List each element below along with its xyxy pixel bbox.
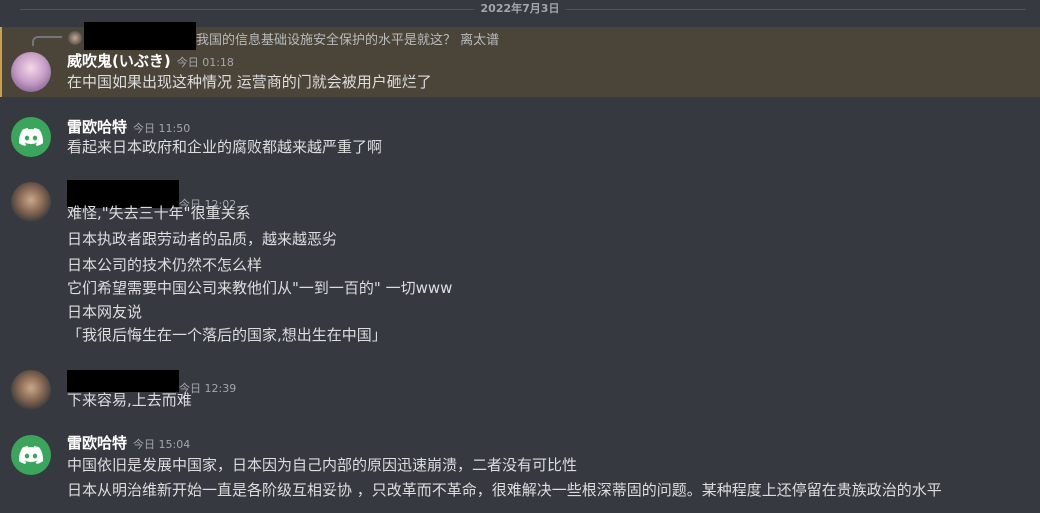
message-header: 雷欧哈特 今日 11:50 <box>67 117 190 137</box>
message[interactable]: 今日 12:02 难怪,"失去三十年"很重关系 日本执政者跟劳动者的品质，越来越… <box>0 174 1040 354</box>
user-avatar[interactable] <box>11 370 51 410</box>
message-header: 雷欧哈特 今日 15:04 <box>67 433 190 453</box>
message-text: 日本执政者跟劳动者的品质，越来越恶劣 <box>67 230 338 248</box>
message-header: 今日 12:39 <box>67 370 236 395</box>
message-text: 日本网友说 <box>67 303 143 321</box>
user-avatar[interactable] <box>11 52 51 92</box>
user-avatar[interactable] <box>11 182 51 222</box>
username[interactable]: 威吹鬼(いぶき) <box>67 51 171 71</box>
message-header: 今日 12:02 <box>67 180 236 211</box>
message[interactable]: 我国的信息基础设施安全保护的水平是就这？ 离太谱 威吹鬼(いぶき) 今日 01:… <box>0 0 1040 100</box>
message-text: 难怪,"失去三十年"很重关系 <box>67 204 251 222</box>
reply-preview[interactable]: 我国的信息基础设施安全保护的水平是就这？ 离太谱 <box>68 22 499 50</box>
username[interactable]: 雷欧哈特 <box>67 433 127 453</box>
message[interactable]: 雷欧哈特 今日 11:50 看起来日本政府和企业的腐败都越来越严重了啊 <box>0 110 1040 170</box>
reply-text[interactable]: 我国的信息基础设施安全保护的水平是就这？ 离太谱 <box>196 29 499 48</box>
message-text: 在中国如果出现这种情况 运营商的门就会被用户砸烂了 <box>67 73 432 91</box>
message[interactable]: 雷欧哈特 今日 15:04 中国依旧是发展中国家，日本因为自己内部的原因迅速崩溃… <box>0 427 1040 513</box>
message-text: 看起来日本政府和企业的腐败都越来越严重了啊 <box>67 138 383 156</box>
message[interactable]: 今日 12:39 下来容易,上去而难 <box>0 362 1040 422</box>
message-text: 中国依旧是发展中国家，日本因为自己内部的原因迅速崩溃，二者没有可比性 <box>67 456 578 474</box>
message-header: 威吹鬼(いぶき) 今日 01:18 <box>67 51 234 71</box>
timestamp: 今日 15:04 <box>133 438 191 451</box>
message-text: 它们希望需要中国公司来教他们从"一到一百的" 一切www <box>67 279 453 297</box>
message-text: 下来容易,上去而难 <box>67 391 192 409</box>
user-avatar[interactable] <box>11 117 51 157</box>
chat-message-list: 2022年7月3日 我国的信息基础设施安全保护的水平是就这？ 离太谱 威吹鬼(い… <box>0 0 1040 513</box>
username[interactable]: 雷欧哈特 <box>67 117 127 137</box>
discord-logo-icon <box>19 128 43 146</box>
message-text: 日本从明治维新开始一直是各阶级互相妥协 ，只改革而不革命，很难解决一些根深蒂固的… <box>67 481 942 499</box>
reply-connector <box>32 36 62 46</box>
user-avatar[interactable] <box>11 435 51 475</box>
discord-logo-icon <box>19 446 43 464</box>
redacted-username <box>84 22 196 50</box>
timestamp: 今日 01:18 <box>176 56 234 69</box>
reply-avatar[interactable] <box>68 31 82 45</box>
message-text: 日本公司的技术仍然不怎么样 <box>67 256 263 274</box>
message-text: 「我很后悔生在一个落后的国家,想出生在中国」 <box>67 326 387 344</box>
